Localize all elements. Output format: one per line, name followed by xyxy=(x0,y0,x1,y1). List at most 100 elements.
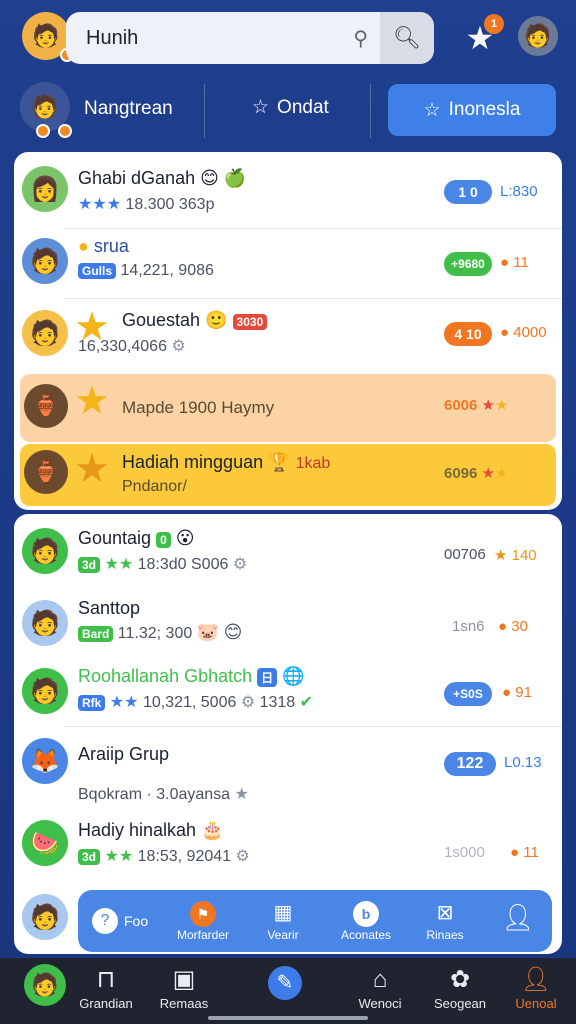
star-outline-icon: ☆ xyxy=(423,99,441,121)
nav-uenoal-label: Uenoal xyxy=(515,996,557,1011)
action-user[interactable]: 👤︎ xyxy=(492,890,544,952)
list-item[interactable]: 🧑 Gountaig 0 😮 3d ★★ 18:3d0 S006 ⚙ 00706… xyxy=(14,522,562,588)
top-bar: 🧑 Hunih ⚲ 🔍︎ ★ 1 🧑 xyxy=(0,0,576,76)
item-sub: 18.300 363p xyxy=(125,196,215,213)
stars-icon: ★ xyxy=(495,465,509,482)
list-item[interactable]: 🧑 ● srua Gulls 14,221, 9086 +9680 ● 11 xyxy=(14,232,562,296)
tab-row: 🧑 Nangtrean ☆ Ondat ☆ Inonesla xyxy=(0,80,576,144)
nav-remaas[interactable]: ▣ Remaas xyxy=(156,964,212,1012)
avatar: 🧑 xyxy=(22,600,68,646)
action-bar: ? Foo ⚑ Morfarder ▦ Vearir b Aconates ⊠ … xyxy=(78,890,552,952)
compose-button[interactable]: ✎ xyxy=(268,966,302,1000)
search-input[interactable]: Hunih xyxy=(86,27,138,50)
smile-icon: 😊 xyxy=(200,168,219,188)
search-icon[interactable]: ⚲ xyxy=(353,26,368,51)
list-item[interactable]: 🍉 Hadiy hinalkah 🎂 3d ★★ 18:53, 92041 ⚙ … xyxy=(14,814,562,880)
item-sub: 14,221, 9086 xyxy=(120,262,214,279)
gear-icon: ⚙ xyxy=(235,848,250,865)
avatar: 👩 xyxy=(22,166,68,212)
face-icon: 😮 xyxy=(175,528,195,548)
item-title: srua xyxy=(93,236,129,256)
item-tag: 3d xyxy=(78,849,101,865)
highlight-value: 6006 xyxy=(444,397,478,414)
leaderboard-card: 👩 Ghabi dGanah 😊 🍏 ★★★ 18.300 363p 1 0 L… xyxy=(14,152,562,510)
action-rinaes-label: Rinaes xyxy=(426,928,464,942)
user-avatar[interactable]: 🧑 xyxy=(22,12,74,62)
divider xyxy=(64,298,562,299)
list-item[interactable]: 🧑 Roohallanah Gbhatch 日 🌐 Rfk ★★ 10,321,… xyxy=(14,662,562,726)
score-value: 00706 xyxy=(444,546,486,563)
flag-icon: ⚑ xyxy=(168,898,238,928)
score-pill: 4 10 xyxy=(444,322,492,346)
list-item[interactable]: 🧑 Santtop Bard 11.32; 300 🐷 😊 1sn6 ● 30 xyxy=(14,594,562,660)
list-item[interactable]: 👩 Ghabi dGanah 😊 🍏 ★★★ 18.300 363p 1 0 L… xyxy=(14,162,562,226)
star-icon: ★ xyxy=(234,786,249,803)
item-title: Roohallanah Gbhatch xyxy=(78,666,253,686)
avatar: 🧑 xyxy=(22,894,68,940)
highlight-row[interactable]: 🏺 ★ Mapde 1900 Haymy 6006 ★★ xyxy=(20,374,556,442)
action-rinaes[interactable]: ⊠ Rinaes xyxy=(412,890,478,952)
item-title: Araiip Grup xyxy=(78,744,170,764)
highlight-text: Mapde 1900 Haymy xyxy=(122,398,275,417)
weekly-title: Hadiah mingguan xyxy=(122,452,264,472)
tab-divider xyxy=(370,84,371,138)
nav-avatar[interactable]: 🧑 xyxy=(24,964,66,1006)
score-value: L:830 xyxy=(500,183,538,200)
nav-remaas-label: Remaas xyxy=(159,996,209,1011)
highlight-row-weekly[interactable]: 🏺 ★ Hadiah mingguan 🏆 1kab Pndanor/ 6096… xyxy=(20,444,556,506)
apple-icon: 🍏 xyxy=(223,168,247,188)
magnifier-icon: 🔍︎ xyxy=(393,25,421,50)
face-icon: 😊 xyxy=(223,622,243,642)
stars-icon: ★ xyxy=(481,397,495,414)
action-morfarder-label: Morfarder xyxy=(176,928,229,942)
tab-profile[interactable]: Nangtrean xyxy=(84,98,173,120)
avatar: 🦊 xyxy=(22,738,68,784)
tab-inonesla[interactable]: ☆ Inonesla xyxy=(388,84,556,136)
home-indicator xyxy=(208,1016,368,1020)
nav-grandian[interactable]: ⊓ Grandian xyxy=(78,964,134,1012)
score-value-2: 91 xyxy=(515,684,532,701)
action-aconates[interactable]: b Aconates xyxy=(330,890,402,952)
profile-avatar[interactable]: 🧑 xyxy=(518,16,558,56)
star-icon: ★ xyxy=(494,547,508,564)
frame-icon: ⊓ xyxy=(96,966,116,993)
list-item[interactable]: 🧑 ★ Gouestah 🙂 3030 16,330,4066 ⚙ 4 10 ●… xyxy=(14,302,562,370)
gift-icon: ✿ xyxy=(449,966,471,993)
search-button[interactable]: 🔍︎ xyxy=(380,12,434,64)
avatar: 🧑 xyxy=(22,528,68,574)
nav-wenoci-label: Wenoci xyxy=(358,996,402,1011)
item-tag: 0 xyxy=(156,532,171,548)
score-value: 1s000 xyxy=(444,844,485,861)
nav-wenoci[interactable]: ⌂ Wenoci xyxy=(352,964,408,1012)
action-foo[interactable]: ? Foo xyxy=(92,890,162,952)
nav-seogean[interactable]: ✿ Seogean xyxy=(430,964,490,1012)
tab-profile-avatar: 🧑 xyxy=(20,82,72,138)
list-item[interactable]: 🦊 Araiip Grup Bqokram · 3.0ayansa ★ 122 … xyxy=(14,732,562,812)
nav-seogean-label: Seogean xyxy=(433,996,487,1011)
pig-icon: 🐷 xyxy=(196,622,220,642)
info-icon: b xyxy=(330,898,402,928)
coin-icon: ● xyxy=(500,254,510,271)
score-value: 4000 xyxy=(513,324,547,341)
divider xyxy=(64,228,562,229)
coin-icon: ● xyxy=(510,844,520,861)
group-list-card: 🧑 Gountaig 0 😮 3d ★★ 18:3d0 S006 ⚙ 00706… xyxy=(14,514,562,954)
star-notification-icon[interactable]: ★ 1 xyxy=(462,14,504,56)
highlight-value: 6096 xyxy=(444,465,478,482)
bottom-nav: 🧑 ⊓ Grandian ▣ Remaas ✎ ⌂ Wenoci ✿ Seoge… xyxy=(0,958,576,1024)
action-vearir-label: Vearir xyxy=(267,928,299,942)
nav-uenoal[interactable]: 👤︎ Uenoal xyxy=(508,964,564,1012)
search-bar[interactable]: Hunih ⚲ 🔍︎ xyxy=(66,12,434,64)
grid-icon: ▦ xyxy=(273,902,293,924)
action-vearir[interactable]: ▦ Vearir xyxy=(248,890,318,952)
tab-ondat[interactable]: ☆ Ondat xyxy=(252,96,329,119)
item-sub-2: 1318 xyxy=(259,694,296,711)
score-pill: +S0S xyxy=(444,682,492,706)
globe-icon: 🌐 xyxy=(282,666,305,686)
stars-icon: ★ xyxy=(495,397,509,414)
star-outline-icon: ☆ xyxy=(252,97,270,118)
notification-count: 1 xyxy=(484,14,504,34)
coin-icon: ● xyxy=(78,236,89,256)
stars-icon: ★ xyxy=(481,465,495,482)
action-morfarder[interactable]: ⚑ Morfarder xyxy=(168,890,238,952)
